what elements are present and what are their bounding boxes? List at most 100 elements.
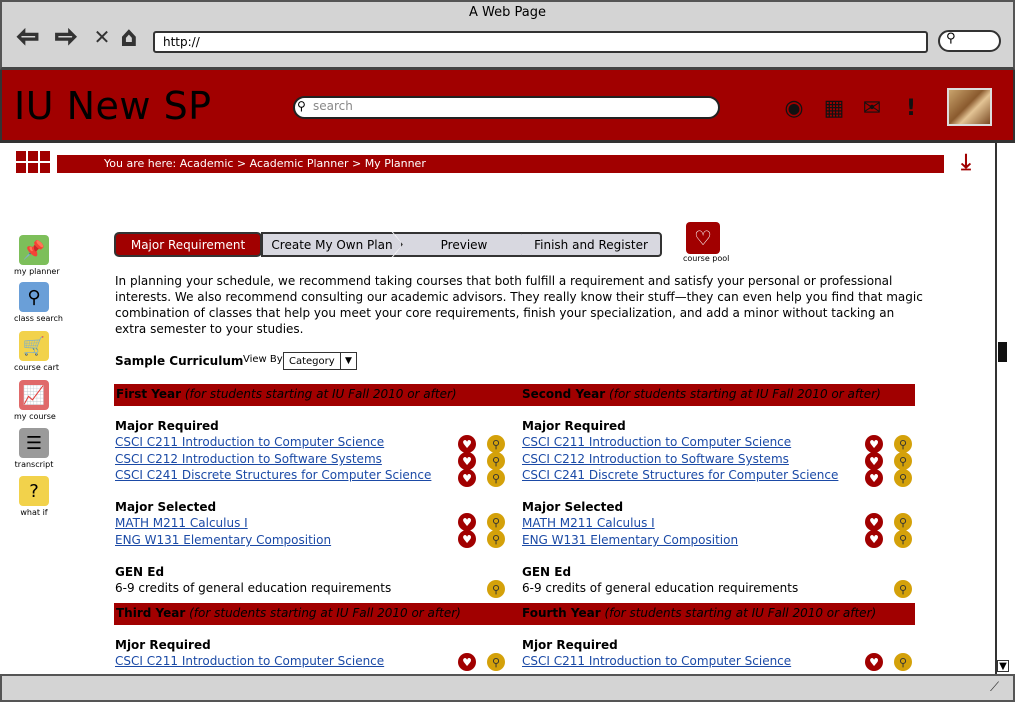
heart-icon[interactable]: ♥ (865, 513, 883, 531)
course-link[interactable]: MATH M211 Calculus I (522, 516, 655, 530)
course-link[interactable]: CSCI C212 Introduction to Software Syste… (522, 452, 789, 466)
sample-curriculum-title: Sample Curriculum (115, 354, 244, 368)
course-link[interactable]: CSCI C241 Discrete Structures for Comput… (522, 468, 838, 482)
magnifier-icon[interactable]: ⚲ (487, 580, 505, 598)
cart-icon: 🛒 (19, 331, 49, 361)
heart-icon[interactable]: ♥ (458, 435, 476, 453)
magnifier-icon[interactable]: ⚲ (487, 513, 505, 531)
breadcrumb: You are here: Academic > Academic Planne… (57, 155, 944, 173)
heart-icon[interactable]: ♥ (458, 653, 476, 671)
heart-icon[interactable]: ♥ (458, 530, 476, 548)
download-icon[interactable]: ⤓ (950, 150, 982, 176)
magnifier-icon[interactable]: ⚲ (487, 530, 505, 548)
home-icon[interactable]: ⌂ (113, 22, 145, 52)
forward-arrow-icon[interactable]: ⇨ (50, 21, 82, 53)
list-icon: ☰ (19, 428, 49, 458)
year-name: Third Year (116, 606, 186, 620)
sidebar-item-my-planner[interactable]: 📌 my planner (14, 235, 60, 276)
magnifier-icon[interactable]: ⚲ (487, 469, 505, 487)
heart-icon[interactable]: ♥ (458, 513, 476, 531)
calendar-icon[interactable]: ▦ (821, 95, 847, 121)
view-by-value: Category (289, 355, 335, 367)
section-major-required: Major Required (115, 419, 219, 433)
status-bar (0, 674, 1015, 702)
course-link[interactable]: MATH M211 Calculus I (115, 516, 248, 530)
window-title: A Web Page (469, 5, 546, 20)
question-icon: ? (19, 476, 49, 506)
magnifier-icon[interactable]: ⚲ (487, 452, 505, 470)
heart-icon[interactable]: ♥ (458, 452, 476, 470)
magnifier-icon[interactable]: ⚲ (487, 653, 505, 671)
section-major-required: Major Required (522, 419, 626, 433)
course-link[interactable]: ENG W131 Elementary Composition (115, 533, 331, 547)
sidebar-item-what-if[interactable]: ? what if (14, 476, 54, 517)
avatar[interactable] (947, 88, 992, 126)
sidebar-item-course-cart[interactable]: 🛒 course cart (14, 331, 60, 372)
magnifier-icon[interactable]: ⚲ (894, 580, 912, 598)
scroll-down-icon[interactable]: ▼ (997, 660, 1009, 672)
intro-text: In planning your schedule, we recommend … (115, 274, 923, 336)
year-note: (for students starting at IU Fall 2010 o… (609, 387, 881, 401)
magnifier-icon[interactable]: ⚲ (894, 653, 912, 671)
search-icon: ⚲ (297, 99, 306, 113)
sidebar-item-class-search[interactable]: ⚲ class search (14, 282, 63, 323)
step-create-my-own-plan[interactable]: Create My Own Plan (261, 232, 403, 257)
view-by-select[interactable]: Category ▼ (283, 352, 357, 370)
section-major-required: Mjor Required (115, 638, 211, 652)
globe-icon[interactable]: ◉ (781, 95, 807, 121)
magnifier-icon[interactable]: ⚲ (487, 435, 505, 453)
magnifier-icon[interactable]: ⚲ (894, 435, 912, 453)
course-link[interactable]: CSCI C211 Introduction to Computer Scien… (522, 435, 791, 449)
course-link[interactable]: ENG W131 Elementary Composition (522, 533, 738, 547)
gen-ed-text: 6-9 credits of general education require… (115, 581, 392, 595)
year-bar-second: Second Year (for students starting at IU… (506, 384, 915, 406)
magnifier-icon[interactable]: ⚲ (894, 513, 912, 531)
step-major-requirement[interactable]: Major Requirement (114, 232, 262, 257)
vertical-scrollbar[interactable] (995, 143, 1011, 674)
course-link[interactable]: CSCI C211 Introduction to Computer Scien… (522, 654, 791, 668)
heart-icon[interactable]: ♥ (865, 530, 883, 548)
year-bar-third: Third Year (for students starting at IU … (114, 603, 506, 625)
sidebar-item-transcript[interactable]: ☰ transcript (14, 428, 54, 469)
sidebar-item-label: my course (14, 412, 56, 421)
step-preview[interactable]: Preview (393, 232, 535, 257)
course-link[interactable]: CSCI C211 Introduction to Computer Scien… (115, 435, 384, 449)
header-search-input[interactable]: search (293, 96, 720, 119)
view-by-label: View By (243, 354, 283, 365)
url-bar[interactable]: http:// (153, 31, 928, 53)
scroll-thumb[interactable] (998, 342, 1007, 362)
browser-search-field[interactable]: ⚲ (938, 30, 1001, 52)
year-note: (for students starting at IU Fall 2010 o… (184, 387, 457, 401)
mail-icon[interactable]: ✉ (859, 95, 885, 121)
magnifier-icon[interactable]: ⚲ (894, 530, 912, 548)
course-link[interactable]: CSCI C241 Discrete Structures for Comput… (115, 468, 431, 482)
step-finish-and-register[interactable]: Finish and Register (520, 232, 662, 257)
heart-icon[interactable]: ♥ (865, 452, 883, 470)
course-link[interactable]: CSCI C211 Introduction to Computer Scien… (115, 654, 384, 668)
heart-icon[interactable]: ♥ (865, 653, 883, 671)
heart-icon[interactable]: ♥ (865, 435, 883, 453)
back-arrow-icon[interactable]: ⇦ (12, 21, 44, 53)
heart-icon[interactable]: ♥ (458, 469, 476, 487)
year-name: Second Year (522, 387, 606, 401)
apps-grid-icon[interactable] (16, 151, 50, 173)
resize-grip-icon[interactable]: ⟋ (990, 680, 999, 695)
section-major-selected: Major Selected (522, 500, 624, 514)
gen-ed-text: 6-9 credits of general education require… (522, 581, 799, 595)
alert-icon[interactable]: ! (898, 95, 924, 121)
magnifier-icon[interactable]: ⚲ (894, 469, 912, 487)
section-gen-ed: GEN Ed (115, 565, 165, 579)
heart-icon[interactable]: ♥ (865, 469, 883, 487)
course-link[interactable]: CSCI C212 Introduction to Software Syste… (115, 452, 382, 466)
pin-icon: 📌 (19, 235, 49, 265)
section-gen-ed: GEN Ed (522, 565, 572, 579)
magnifier-icon: ⚲ (19, 282, 49, 312)
magnifier-icon[interactable]: ⚲ (894, 452, 912, 470)
sidebar-item-my-course[interactable]: 📈 my course (14, 380, 56, 421)
section-major-required: Mjor Required (522, 638, 618, 652)
search-icon: ⚲ (946, 31, 956, 46)
course-pool-button[interactable]: ♡ (686, 222, 720, 254)
sidebar-item-label: class search (14, 314, 63, 323)
sidebar-item-label: course cart (14, 363, 60, 372)
course-pool-label: course pool (683, 254, 730, 263)
